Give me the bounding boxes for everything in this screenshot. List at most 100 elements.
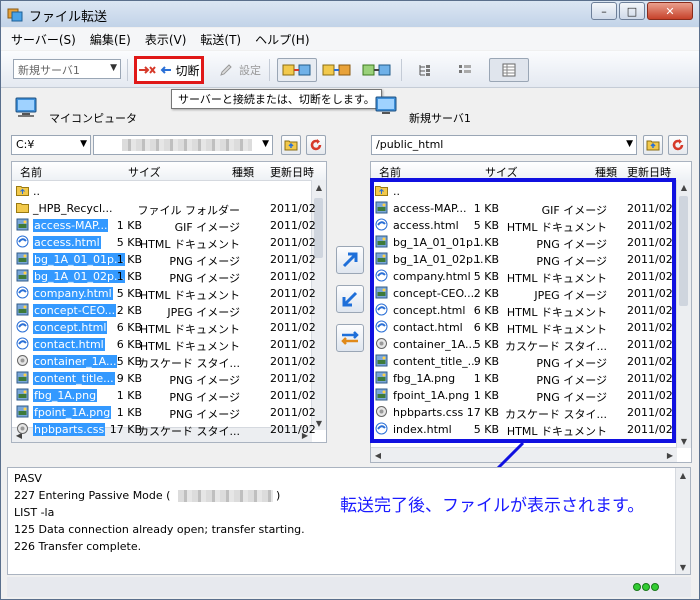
minimize-button[interactable]: – (591, 2, 617, 20)
menu-edit[interactable]: 編集(E) (90, 31, 131, 48)
remote-vertical-scrollbar[interactable]: ▲ ▼ (676, 180, 691, 448)
table-row[interactable]: .. (12, 183, 312, 200)
table-row[interactable]: contact.html 6 KB HTML ドキュメント 2011/02 (371, 319, 677, 336)
table-row[interactable]: fbg_1A.png 1 KB PNG イメージ 2011/02 (371, 370, 677, 387)
table-row[interactable]: content_title... 9 KB PNG イメージ 2011/02 (12, 370, 316, 387)
table-row[interactable]: index.html 5 KB HTML ドキュメント 2011/02 (371, 421, 677, 438)
cell-type: ファイル フォルダー (137, 204, 241, 217)
table-row[interactable]: fpoint_1A.png 1 KB PNG イメージ 2011/02 (371, 387, 677, 404)
table-row[interactable]: fpoint_1A.png 1 KB PNG イメージ 2011/02 (12, 404, 316, 421)
list-view-button[interactable] (453, 58, 477, 82)
scroll-up-icon[interactable]: ▲ (676, 468, 690, 482)
remote-panel-title: 新規サーバ1 (409, 112, 471, 125)
local-drive-select[interactable]: C:¥ ▼ (11, 135, 91, 155)
column-type[interactable]: 種類 (595, 164, 617, 180)
remote-list-header: 名前 サイズ 種類 更新日時 (371, 162, 691, 181)
scroll-up-icon[interactable]: ▲ (677, 180, 691, 194)
scroll-right-icon[interactable]: ▶ (663, 448, 677, 462)
compare-button[interactable] (321, 58, 353, 82)
html-file-icon (375, 422, 388, 435)
details-view-button[interactable] (489, 58, 529, 82)
column-size[interactable]: サイズ (128, 164, 161, 180)
chevron-down-icon: ▼ (626, 139, 633, 149)
table-row[interactable]: contact.html 6 KB HTML ドキュメント 2011/02 (12, 336, 316, 353)
scroll-up-icon[interactable]: ▲ (312, 180, 326, 194)
cell-type: PNG イメージ (536, 374, 607, 387)
image-file-icon (16, 371, 29, 384)
scroll-down-icon[interactable]: ▼ (676, 560, 690, 574)
scroll-down-icon[interactable]: ▼ (677, 434, 691, 448)
column-date[interactable]: 更新日時 (270, 164, 314, 180)
menu-help[interactable]: ヘルプ(H) (255, 31, 309, 48)
remote-refresh-button[interactable] (668, 135, 688, 155)
log-panel[interactable]: PASV 227 Entering Passive Mode ( ) LIST … (7, 467, 691, 575)
mirror-button[interactable] (361, 58, 393, 82)
table-row[interactable]: _HPB_Recycl... ファイル フォルダー 2011/02 (12, 200, 316, 217)
close-button[interactable]: ✕ (647, 2, 693, 20)
column-name[interactable]: 名前 (379, 164, 401, 180)
table-row[interactable]: bg_1A_01_01p... 1 KB PNG イメージ 2011/02 (12, 251, 316, 268)
table-row[interactable]: access-MAP... 1 KB GIF イメージ 2011/02 (12, 217, 316, 234)
menu-view[interactable]: 表示(V) (145, 31, 187, 48)
css-file-icon (17, 423, 28, 434)
image-file-icon (375, 201, 388, 214)
table-row[interactable]: container_1A... 5 KB カスケード スタイ... 2011/02 (371, 336, 677, 353)
column-name[interactable]: 名前 (20, 164, 42, 180)
local-refresh-button[interactable] (306, 135, 326, 155)
table-row[interactable]: .. (371, 183, 677, 200)
table-row[interactable]: fbg_1A.png 1 KB PNG イメージ 2011/02 (12, 387, 316, 404)
cell-name: contact.html (393, 321, 463, 334)
scroll-thumb[interactable] (679, 196, 688, 306)
download-button[interactable] (336, 285, 364, 313)
column-date[interactable]: 更新日時 (627, 164, 671, 180)
cell-name: bg_1A_01_02p... (393, 253, 484, 266)
table-row[interactable]: company.html 5 KB HTML ドキュメント 2011/02 (371, 268, 677, 285)
cell-size: 17 KB (466, 406, 499, 419)
table-row[interactable]: bg_1A_01_02p... 1 KB PNG イメージ 2011/02 (371, 251, 677, 268)
cell-date: 2011/02 (627, 355, 673, 368)
table-row[interactable]: access.html 5 KB HTML ドキュメント 2011/02 (12, 234, 316, 251)
local-file-list[interactable]: 名前 サイズ 種類 更新日時 ▲ ▼ ◀ ▶ .. _HPB_Recycl... フ… (11, 161, 327, 443)
table-row[interactable]: concept.html 6 KB HTML ドキュメント 2011/02 (12, 319, 316, 336)
remote-file-list[interactable]: 名前 サイズ 種類 更新日時 ▲ ▼ ◀ ▶ .. access-MAP... 1 … (370, 161, 692, 463)
column-size[interactable]: サイズ (485, 164, 518, 180)
table-row[interactable]: concept-CEO... 2 KB JPEG イメージ 2011/02 (371, 285, 677, 302)
maximize-button[interactable]: □ (619, 2, 645, 20)
server-select[interactable]: 新規サーバ1 ▼ (13, 59, 121, 79)
local-up-folder-button[interactable] (281, 135, 301, 155)
table-row[interactable]: bg_1A_01_02p... 1 KB PNG イメージ 2011/02 (12, 268, 316, 285)
table-row[interactable]: access.html 5 KB HTML ドキュメント 2011/02 (371, 217, 677, 234)
table-row[interactable]: company.html 5 KB HTML ドキュメント 2011/02 (12, 285, 316, 302)
sync-view-button[interactable] (277, 58, 317, 82)
remote-up-folder-button[interactable] (643, 135, 663, 155)
cell-type: PNG イメージ (169, 272, 240, 285)
table-row[interactable]: content_title_... 9 KB PNG イメージ 2011/02 (371, 353, 677, 370)
cell-date: 2011/02 (627, 253, 673, 266)
cell-name: hpbparts.css (393, 406, 464, 419)
cell-name: fpoint_1A.png (393, 389, 470, 402)
menu-transfer[interactable]: 転送(T) (200, 31, 241, 48)
details-view-icon (502, 63, 516, 77)
table-row[interactable]: hpbparts.css 17 KB カスケード スタイ... 2011/02 (371, 404, 677, 421)
cell-type: PNG イメージ (536, 357, 607, 370)
cell-type: HTML ドキュメント (506, 306, 607, 319)
table-row[interactable]: hpbparts.css 17 KB カスケード スタイ... 2011/02 (12, 421, 316, 438)
table-row[interactable]: concept-CEO... 2 KB JPEG イメージ 2011/02 (12, 302, 316, 319)
disconnect-button[interactable]: 切断 (134, 56, 204, 84)
cell-size: 6 KB (473, 304, 499, 317)
chevron-down-icon: ▼ (110, 63, 117, 73)
table-row[interactable]: concept.html 6 KB HTML ドキュメント 2011/02 (371, 302, 677, 319)
table-row[interactable]: access-MAP... 1 KB GIF イメージ 2011/02 (371, 200, 677, 217)
upload-button[interactable] (336, 246, 364, 274)
column-type[interactable]: 種類 (232, 164, 254, 180)
table-row[interactable]: bg_1A_01_01p... 1 KB PNG イメージ 2011/02 (371, 234, 677, 251)
menu-server[interactable]: サーバー(S) (11, 31, 76, 48)
sync-transfer-button[interactable] (336, 324, 364, 352)
tree-view-button[interactable] (413, 58, 437, 82)
table-row[interactable]: container_1A... 5 KB カスケード スタイ... 2011/02 (12, 353, 316, 370)
local-path-select[interactable]: ▼ (93, 135, 273, 155)
scroll-left-icon[interactable]: ◀ (371, 448, 385, 462)
settings-button[interactable]: 設定 (214, 58, 266, 82)
log-scrollbar[interactable]: ▲ ▼ (675, 468, 690, 574)
remote-path-select[interactable]: /public_html ▼ (371, 135, 637, 155)
